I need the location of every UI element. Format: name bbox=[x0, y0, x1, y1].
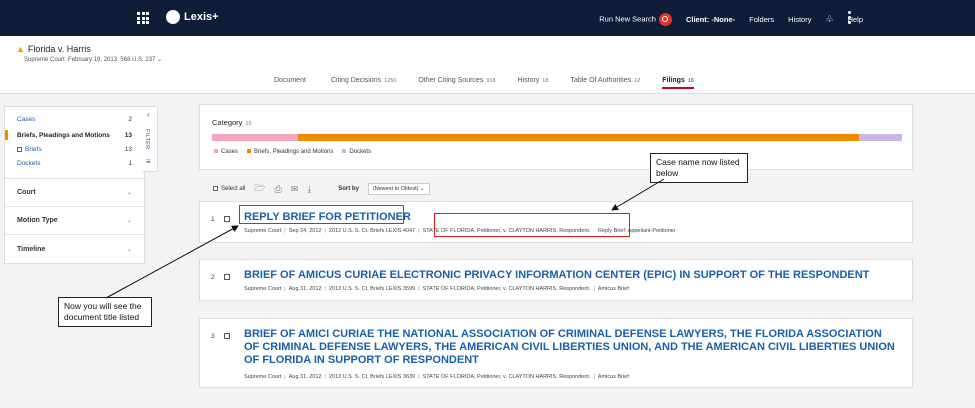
sidebar-section-timeline[interactable]: Timeline ⌄ bbox=[5, 235, 144, 263]
tab-filings[interactable]: Filings 16 bbox=[662, 77, 694, 89]
sidebar-item-cases[interactable]: Cases 2 bbox=[17, 116, 132, 123]
sidebar-section-court[interactable]: Court ⌄ bbox=[5, 179, 144, 207]
sidebar-item-briefs[interactable]: Briefs 13 bbox=[17, 146, 132, 153]
download-icon[interactable]: ⤓ bbox=[307, 184, 311, 195]
case-subtitle: Supreme Court February 19, 2013 568 U.S.… bbox=[24, 57, 163, 63]
highlight-case-name bbox=[434, 213, 630, 237]
highlight-doc-title bbox=[239, 205, 404, 224]
chevron-down-icon: ⌄ bbox=[126, 190, 132, 196]
case-header: ▲ Florida v. Harris Supreme Court Februar… bbox=[0, 36, 975, 94]
top-bar: Lexis+ Run New Search Client: -None- Fol… bbox=[0, 0, 975, 36]
result-checkbox[interactable] bbox=[224, 216, 230, 222]
callout-case-name: Case name now listed below bbox=[650, 153, 748, 183]
apps-grid-icon[interactable] bbox=[137, 12, 149, 24]
category-bar-segment[interactable] bbox=[858, 134, 902, 141]
category-title: Category 16 bbox=[212, 118, 252, 127]
search-icon bbox=[658, 13, 672, 26]
bell-icon[interactable]: ♧ bbox=[825, 14, 833, 25]
legend-cases[interactable]: Cases bbox=[214, 149, 238, 155]
tab-other-citing-sources[interactable]: Other Citing Sources 918 bbox=[418, 77, 495, 89]
tab-document[interactable]: Document bbox=[274, 77, 309, 89]
client-selector[interactable]: Client: -None- bbox=[686, 15, 735, 24]
chevron-down-icon[interactable]: ⌄ bbox=[157, 57, 162, 63]
logo-icon bbox=[166, 10, 180, 24]
warning-icon: ▲ bbox=[16, 44, 25, 54]
result-item: 3 BRIEF OF AMICI CURIAE THE NATIONAL ASS… bbox=[199, 318, 913, 388]
tab-bar: Document Citing Decisions 1250 Other Citi… bbox=[274, 77, 694, 89]
sort-by-label: Sort by bbox=[338, 186, 359, 192]
result-checkbox[interactable] bbox=[224, 274, 230, 280]
result-item: 2 BRIEF OF AMICUS CURIAE ELECTRONIC PRIV… bbox=[199, 259, 913, 301]
callout-doc-title: Now you will see the document title list… bbox=[58, 297, 152, 327]
category-legend: Cases Briefs, Pleadings and Motions Dock… bbox=[214, 149, 371, 155]
sidebar-section-motion-type[interactable]: Motion Type ⌄ bbox=[5, 207, 144, 235]
tab-history[interactable]: History 18 bbox=[518, 77, 549, 89]
legend-dockets[interactable]: Dockets bbox=[342, 149, 371, 155]
results-toolbar: Select all 🗁 ⎙ ✉ ⤓ Sort by (Newest to Ol… bbox=[213, 181, 430, 197]
collapse-arrow-icon[interactable]: ‹ bbox=[147, 110, 150, 119]
filter-icon: ≡ bbox=[146, 157, 151, 166]
chevron-down-icon: ⌄ bbox=[126, 218, 132, 224]
briefs-checkbox[interactable] bbox=[17, 146, 22, 152]
tab-citing-decisions[interactable]: Citing Decisions 1250 bbox=[331, 77, 396, 89]
folder-icon[interactable]: 🗁 bbox=[254, 181, 265, 197]
sort-select[interactable]: (Newest to Oldest) ⌄ bbox=[367, 183, 430, 195]
page-title: ▲ Florida v. Harris bbox=[16, 44, 91, 54]
sidebar-item-briefs-pleadings[interactable]: Briefs, Pleadings and Motions 13 bbox=[17, 132, 132, 139]
category-bar-segment[interactable] bbox=[212, 134, 299, 141]
history-link[interactable]: History bbox=[788, 15, 811, 24]
result-checkbox[interactable] bbox=[224, 333, 230, 339]
folders-link[interactable]: Folders bbox=[749, 15, 774, 24]
result-title-link[interactable]: BRIEF OF AMICI CURIAE THE NATIONAL ASSOC… bbox=[244, 328, 899, 367]
more-menu-icon[interactable] bbox=[848, 11, 851, 26]
sidebar-item-dockets[interactable]: Dockets 1 bbox=[17, 160, 132, 167]
selected-indicator bbox=[5, 130, 8, 140]
email-icon[interactable]: ✉ bbox=[291, 184, 299, 195]
category-bar-segment[interactable] bbox=[298, 134, 859, 141]
chevron-down-icon: ⌄ bbox=[126, 246, 132, 253]
lexis-logo[interactable]: Lexis+ bbox=[166, 10, 219, 24]
result-meta: Supreme Court | Aug 31, 2012 | 2012 U.S. S. … bbox=[244, 286, 629, 292]
category-bar[interactable] bbox=[212, 134, 902, 141]
filter-toggle[interactable]: ‹ FILTER ≡ bbox=[142, 106, 158, 172]
result-meta: Supreme Court | Aug 31, 2012 | 2012 U.S. S. … bbox=[244, 374, 629, 380]
run-new-search-button[interactable]: Run New Search bbox=[599, 13, 672, 26]
category-panel: Category 16 Cases Briefs, Pleadings and M… bbox=[199, 104, 913, 170]
filter-sidebar: Cases 2 Briefs, Pleadings and Motions 13 B… bbox=[4, 106, 145, 264]
legend-briefs-pleadings[interactable]: Briefs, Pleadings and Motions bbox=[247, 149, 333, 155]
tab-table-of-authorities[interactable]: Table Of Authorities 12 bbox=[570, 77, 640, 89]
result-title-link[interactable]: BRIEF OF AMICUS CURIAE ELECTRONIC PRIVAC… bbox=[244, 269, 904, 282]
print-icon[interactable]: ⎙ bbox=[275, 184, 282, 195]
select-all[interactable]: Select all bbox=[213, 185, 245, 192]
